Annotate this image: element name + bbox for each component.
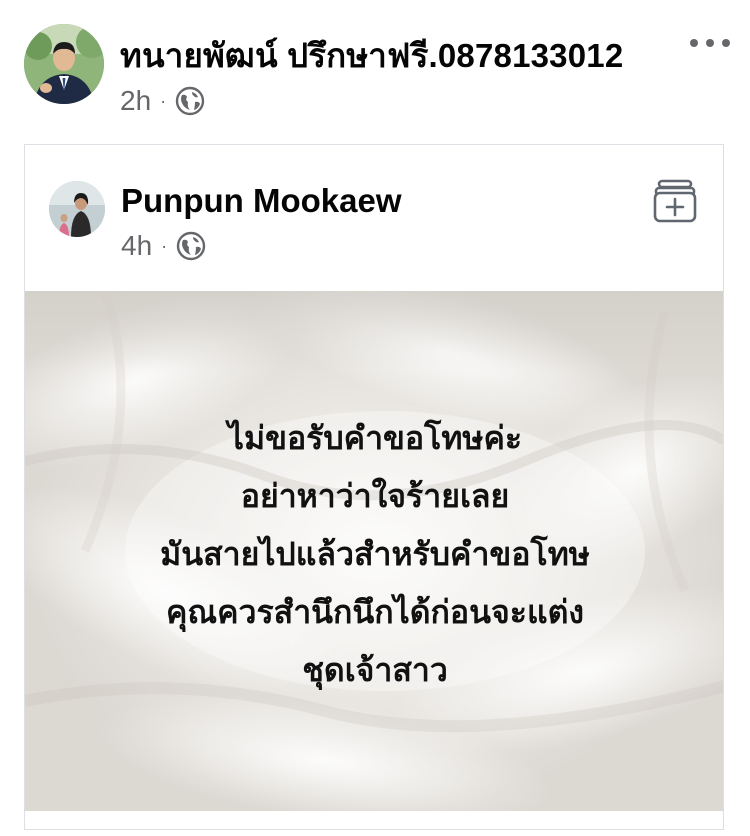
quote-text: ไม่ขอรับคำขอโทษค่ะ อย่าหาว่าใจร้ายเลย มั… (25, 409, 723, 699)
post-meta: 2h · (120, 84, 205, 118)
post-header: ทนายพัฒน์ ปรึกษาฟรี.0878133012 2h · (0, 0, 750, 140)
quote-line: คุณควรสำนึกนึกได้ก่อนจะแต่ง (166, 593, 584, 631)
shared-author-avatar-image (49, 181, 105, 237)
meta-separator: · (161, 235, 168, 256)
globe-icon (175, 86, 205, 116)
quote-line: มันสายไปแล้วสำหรับคำขอโทษ (160, 535, 590, 573)
author-avatar[interactable] (24, 24, 104, 104)
quote-line: อย่าหาว่าใจร้ายเลย (240, 477, 510, 515)
globe-icon (176, 231, 206, 261)
quote-image[interactable]: ไม่ขอรับคำขอโทษค่ะ อย่าหาว่าใจร้ายเลย มั… (25, 291, 723, 811)
author-name[interactable]: ทนายพัฒน์ ปรึกษาฟรี.0878133012 (120, 36, 623, 76)
shared-post-meta: 4h · (121, 229, 206, 263)
shared-author-avatar[interactable] (49, 181, 105, 237)
shared-post-timestamp[interactable]: 4h (121, 230, 152, 262)
shared-post-header: Punpun Mookaew 4h · (25, 145, 723, 291)
shared-post-card[interactable]: Punpun Mookaew 4h · ไม่ขอรับคำขอโทษค่ะ อ… (24, 144, 724, 830)
quote-line: ชุดเจ้าสาว (302, 651, 448, 689)
more-options-dot (690, 39, 698, 47)
shared-author-name[interactable]: Punpun Mookaew (121, 181, 402, 221)
quote-line: ไม่ขอรับคำขอโทษค่ะ (227, 419, 523, 457)
author-avatar-image (24, 24, 104, 104)
meta-separator: · (160, 90, 167, 111)
save-to-collection-button[interactable] (653, 179, 697, 223)
post-timestamp[interactable]: 2h (120, 85, 151, 117)
more-options-dot (706, 39, 714, 47)
more-options-dot (722, 39, 730, 47)
save-to-collection-icon (653, 179, 697, 223)
more-options-button[interactable] (690, 28, 730, 58)
shared-post-footer (25, 811, 723, 829)
